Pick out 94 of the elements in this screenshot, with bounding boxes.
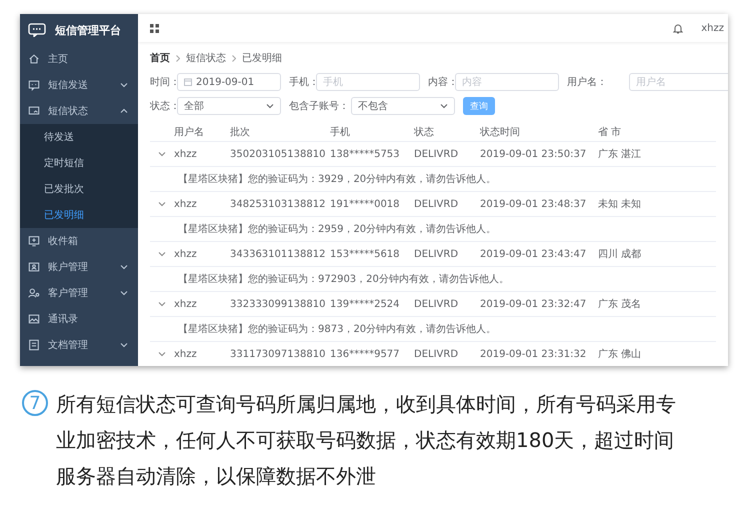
table-cell-text: 2019-09-01 23:31:32: [480, 348, 588, 360]
table-cell-text: 未知 未知: [598, 198, 642, 211]
field-label: 手机：: [289, 76, 316, 89]
sidebar-item[interactable]: 客户管理: [20, 280, 138, 306]
chat-icon: [28, 23, 46, 37]
table-cell-text: DELIVRD: [414, 248, 460, 260]
dropdown-caret-icon: [440, 103, 448, 109]
inbox-icon: [28, 235, 40, 247]
sidebar-subitem[interactable]: 已发明细: [20, 202, 138, 228]
table-cell-text: 四川 成都: [598, 248, 642, 261]
app-title: 短信管理平台: [55, 22, 121, 38]
table-cell-text: 2019-09-01 23:43:47: [480, 248, 588, 260]
expand-icon: [158, 350, 166, 356]
calendar-icon: [184, 78, 192, 86]
table-cell-text: 2019-09-01 23:48:37: [480, 198, 588, 210]
chevron-icon: [120, 264, 128, 270]
table-cell-text: 2019-09-01 23:32:47: [480, 298, 588, 310]
table-cell-text: DELIVRD: [414, 348, 460, 360]
step-number: 7: [22, 390, 48, 416]
column-header: 用户名: [174, 126, 205, 139]
message-text: 【星塔区块猪】您的验证码为：972903，20分钟内有效，请勿告诉他人。: [178, 272, 509, 286]
chevron-icon: [120, 108, 128, 114]
expand-icon: [158, 250, 166, 256]
table-cell-text: 138*****5753: [330, 148, 401, 160]
select-field[interactable]: 不包含: [351, 97, 455, 115]
field-label: 用户名：: [567, 76, 608, 89]
message-text: 【星塔区块猪】您的验证码为：9873，20分钟内有效，请勿告诉他人。: [178, 322, 496, 336]
bell-icon[interactable]: [673, 22, 684, 34]
chevron-icon: [120, 342, 128, 348]
table-cell-text: 331173097138810: [230, 348, 326, 360]
table-cell-text: 348253103138812: [230, 198, 326, 210]
message-text: 【星塔区块猪】您的验证码为：2959，20分钟内有效，请勿告诉他人。: [178, 222, 496, 236]
table-cell-text: 136*****9577: [330, 348, 401, 360]
table-cell-text: 350203105138810: [230, 148, 326, 160]
sidebar-subitem[interactable]: 已发批次: [20, 176, 138, 202]
message-text: 【星塔区块猪】您的验证码为：3929，20分钟内有效，请勿告诉他人。: [178, 172, 496, 186]
table-cell-text: DELIVRD: [414, 298, 460, 310]
table-cell-text: xhzz: [174, 148, 198, 160]
caption-text: 所有短信状态可查询号码所属归属地，收到具体时间，所有号码采用专业加密技术，任何人不可获取号码数据，状态有效期180天，超过时间服务器自动清除，以保障数据不外泄: [56, 391, 677, 490]
column-header: 手机: [330, 126, 351, 139]
user-icon: [28, 287, 40, 299]
sidebar-item[interactable]: 通讯录: [20, 306, 138, 332]
sidebar-item[interactable]: 短信状态: [20, 98, 138, 124]
chevron-icon: [120, 82, 128, 88]
sidebar-item[interactable]: 收件箱: [20, 228, 138, 254]
select-field[interactable]: 全部: [177, 97, 281, 115]
message-icon: [28, 79, 40, 91]
table-cell-text: 广东 湛江: [598, 148, 642, 161]
sidebar-item[interactable]: 账户管理: [20, 254, 138, 280]
date-field[interactable]: 2019-09-01: [177, 73, 281, 91]
column-header: 状态时间: [480, 126, 521, 139]
table-cell-text: 139*****2524: [330, 298, 401, 310]
table-cell-text: xhzz: [174, 248, 198, 260]
sidebar-item[interactable]: 文档管理: [20, 332, 138, 358]
expand-icon: [158, 300, 166, 306]
field-label: 时间：: [150, 76, 177, 89]
chevron-right-icon: [232, 54, 236, 62]
username[interactable]: xhzz: [701, 22, 724, 34]
sidebar-item[interactable]: 短信发送: [20, 72, 138, 98]
chevron-icon: [120, 290, 128, 296]
document-icon: [28, 339, 40, 351]
breadcrumb-item: 已发明细: [242, 52, 282, 65]
expand-icon: [158, 150, 166, 156]
monitor-message-icon: [28, 105, 40, 117]
field-label: 状态：: [150, 100, 177, 113]
id-card-icon: [28, 261, 40, 273]
table-cell-text: xhzz: [174, 298, 198, 310]
home-icon: [28, 53, 40, 65]
dropdown-caret-icon: [266, 103, 274, 109]
breadcrumb-item[interactable]: 首页: [150, 51, 170, 65]
table-cell-text: xhzz: [174, 198, 198, 210]
sidebar-subitem[interactable]: 待发送: [20, 124, 138, 150]
table-cell-text: 191*****0018: [330, 198, 401, 210]
column-header: 批次: [230, 126, 251, 139]
column-header: 状态: [414, 126, 435, 139]
table-cell-text: DELIVRD: [414, 148, 460, 160]
table-cell-text: 153*****5618: [330, 248, 401, 260]
table-cell-text: 2019-09-01 23:50:37: [480, 148, 588, 160]
field-label: 包含子账号：: [289, 100, 350, 113]
table-cell-text: xhzz: [174, 348, 198, 360]
field-label: 内容：: [428, 76, 455, 89]
chevron-right-icon: [176, 54, 180, 62]
grid-icon[interactable]: [150, 24, 159, 32]
table-cell-text: 343363101138812: [230, 248, 326, 260]
sidebar-item[interactable]: 主页: [20, 46, 138, 72]
table-cell-text: DELIVRD: [414, 198, 460, 210]
sidebar-subitem[interactable]: 定时短信: [20, 150, 138, 176]
table-cell-text: 332333099138810: [230, 298, 326, 310]
table-cell-text: 广东 茂名: [598, 298, 642, 311]
breadcrumb-item[interactable]: 短信状态: [186, 51, 226, 65]
column-header: 省 市: [598, 126, 622, 139]
picture-icon: [28, 313, 40, 325]
expand-icon: [158, 200, 166, 206]
table-cell-text: 广东 佛山: [598, 348, 642, 361]
